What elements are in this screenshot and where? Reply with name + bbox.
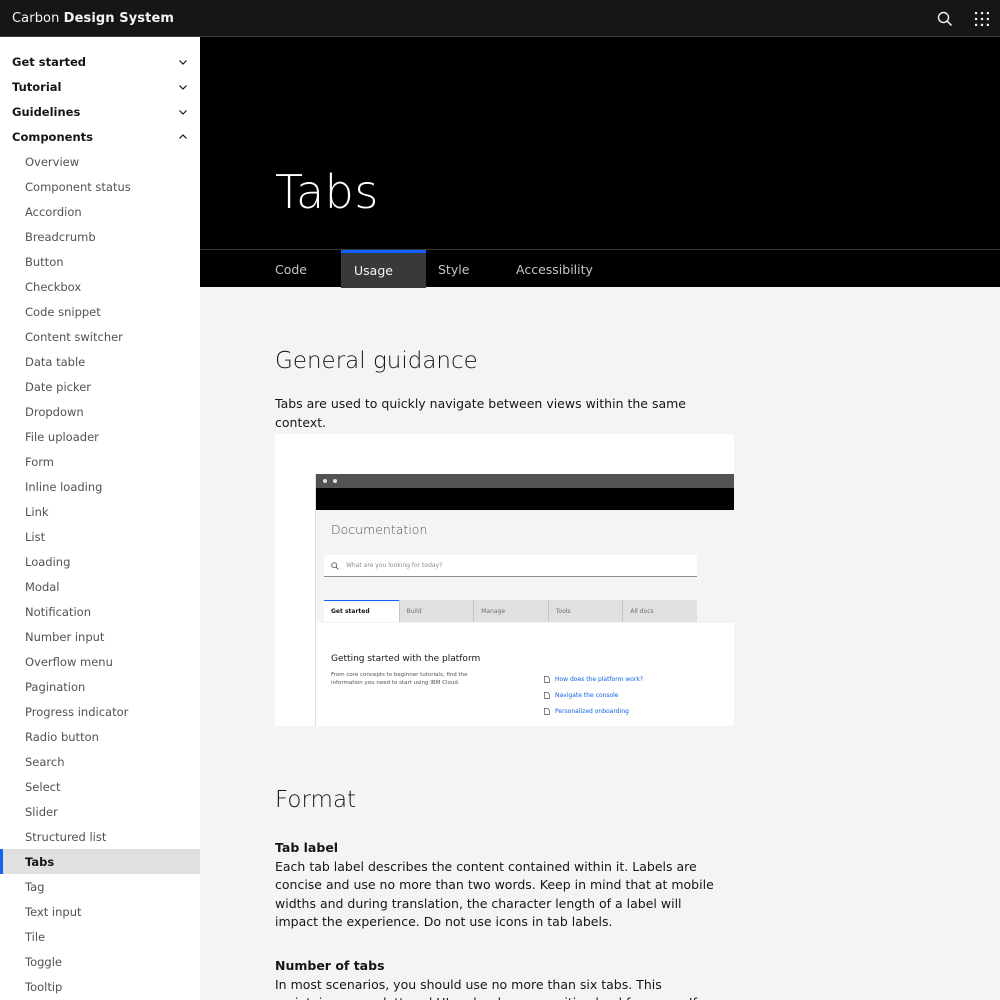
- brand-light: Carbon: [12, 10, 60, 26]
- sidebar-item-inline-loading[interactable]: Inline loading: [0, 474, 200, 499]
- sidebar-category-label: Components: [12, 129, 93, 144]
- sidebar-category-get-started[interactable]: Get started: [0, 49, 200, 74]
- document-icon: [544, 675, 550, 683]
- sidebar-item-search[interactable]: Search: [0, 749, 200, 774]
- sidebar-category-components[interactable]: Components: [0, 124, 200, 149]
- illustration-link: Navigate the console: [544, 687, 643, 703]
- window-titlebar: [316, 474, 734, 488]
- sidebar-category-label: Get started: [12, 54, 87, 69]
- sidebar-item-slider[interactable]: Slider: [0, 799, 200, 824]
- number-of-tabs-text: In most scenarios, you should use no mor…: [275, 976, 697, 1000]
- side-nav: Get started Tutorial Guidelines Components O…: [0, 37, 200, 1000]
- illustration-tabs: Get started Build Manage Tools All docs: [324, 600, 697, 622]
- top-header: Carbon Design System: [0, 0, 1000, 37]
- sidebar-item-component-status[interactable]: Component status: [0, 174, 200, 199]
- document-icon: [544, 707, 550, 715]
- brand-logo[interactable]: Carbon Design System: [12, 11, 174, 26]
- tabs-illustration: Documentation What are you looking for t…: [275, 434, 734, 726]
- illustration-window: Documentation What are you looking for t…: [315, 474, 734, 726]
- search-icon: [331, 561, 339, 570]
- sidebar-item-code-snippet[interactable]: Code snippet: [0, 299, 200, 324]
- brand-bold: Design System: [63, 10, 175, 26]
- illustration-search: What are you looking for today?: [324, 555, 697, 577]
- sidebar-category-label: Tutorial: [12, 79, 62, 94]
- header-actions: [926, 0, 1000, 36]
- sidebar-item-data-table[interactable]: Data table: [0, 349, 200, 374]
- page-hero: Tabs: [200, 37, 1000, 249]
- sidebar-item-tag[interactable]: Tag: [0, 874, 200, 899]
- tab-code[interactable]: Code: [275, 250, 307, 288]
- illustration-search-placeholder: What are you looking for today?: [346, 562, 443, 569]
- tab-label-section: Tab label Each tab label describes the c…: [275, 839, 725, 932]
- illustration-tab: Get started: [324, 600, 399, 622]
- sidebar-category-tutorial[interactable]: Tutorial: [0, 74, 200, 99]
- page-tabs: Code Usage Style Accessibility: [200, 249, 1000, 288]
- chevron-down-icon: [179, 84, 187, 90]
- sidebar-item-overflow-menu[interactable]: Overflow menu: [0, 649, 200, 674]
- illustration-link: Personalized onboarding: [544, 703, 643, 719]
- sidebar-item-form[interactable]: Form: [0, 449, 200, 474]
- chevron-down-icon: [179, 59, 187, 65]
- general-guidance-heading: General guidance: [275, 348, 478, 374]
- sidebar-item-link[interactable]: Link: [0, 499, 200, 524]
- sidebar-item-file-uploader[interactable]: File uploader: [0, 424, 200, 449]
- illustration-section-title: Getting started with the platform: [331, 654, 481, 664]
- sidebar-item-content-switcher[interactable]: Content switcher: [0, 324, 200, 349]
- sidebar-item-pagination[interactable]: Pagination: [0, 674, 200, 699]
- search-button[interactable]: [926, 0, 963, 37]
- tab-usage[interactable]: Usage: [341, 250, 426, 288]
- app-switcher-button[interactable]: [963, 0, 1000, 37]
- search-icon: [937, 11, 952, 26]
- illustration-link: How does the platform work?: [544, 671, 643, 687]
- app-switcher-icon: [974, 11, 989, 26]
- window-dot: [323, 479, 327, 483]
- sidebar-item-notification[interactable]: Notification: [0, 599, 200, 624]
- illustration-links: How does the platform work? Navigate the…: [544, 671, 643, 719]
- chevron-up-icon: [179, 133, 187, 139]
- sidebar-item-select[interactable]: Select: [0, 774, 200, 799]
- number-of-tabs-heading: Number of tabs: [275, 958, 385, 973]
- sidebar-item-accordion[interactable]: Accordion: [0, 199, 200, 224]
- tab-label-text: Each tab label describes the content con…: [275, 858, 714, 930]
- sidebar-item-list[interactable]: List: [0, 524, 200, 549]
- document-icon: [544, 691, 550, 699]
- sidebar-category-guidelines[interactable]: Guidelines: [0, 99, 200, 124]
- window-header: [316, 488, 734, 510]
- sidebar-item-button[interactable]: Button: [0, 249, 200, 274]
- number-of-tabs-section: Number of tabs In most scenarios, you sh…: [275, 957, 725, 1000]
- chevron-down-icon: [179, 109, 187, 115]
- tab-accessibility[interactable]: Accessibility: [516, 250, 593, 288]
- sidebar-item-loading[interactable]: Loading: [0, 549, 200, 574]
- sidebar-item-date-picker[interactable]: Date picker: [0, 374, 200, 399]
- sidebar-item-breadcrumb[interactable]: Breadcrumb: [0, 224, 200, 249]
- illustration-section-desc: From core concepts to beginner tutorials…: [331, 672, 468, 686]
- sidebar-item-progress-indicator[interactable]: Progress indicator: [0, 699, 200, 724]
- sidebar-item-tooltip[interactable]: Tooltip: [0, 974, 200, 999]
- general-guidance-text: Tabs are used to quickly navigate betwee…: [275, 396, 686, 430]
- sidebar-item-toggle[interactable]: Toggle: [0, 949, 200, 974]
- sidebar-category-label: Guidelines: [12, 104, 81, 119]
- sidebar-item-text-input[interactable]: Text input: [0, 899, 200, 924]
- sidebar-item-dropdown[interactable]: Dropdown: [0, 399, 200, 424]
- sidebar-item-overview[interactable]: Overview: [0, 149, 200, 174]
- tab-style[interactable]: Style: [438, 250, 469, 288]
- illustration-doc-title: Documentation: [331, 522, 428, 537]
- sidebar-item-checkbox[interactable]: Checkbox: [0, 274, 200, 299]
- sidebar-item-structured-list[interactable]: Structured list: [0, 824, 200, 849]
- illustration-tab: Tools: [547, 600, 623, 622]
- format-heading: Format: [275, 787, 357, 813]
- illustration-tab: All docs: [622, 600, 697, 622]
- illustration-tab: Manage: [473, 600, 548, 622]
- sidebar-item-tile[interactable]: Tile: [0, 924, 200, 949]
- sidebar-item-modal[interactable]: Modal: [0, 574, 200, 599]
- sidebar-item-radio-button[interactable]: Radio button: [0, 724, 200, 749]
- illustration-tab: Build: [398, 600, 474, 622]
- tab-label-heading: Tab label: [275, 840, 339, 855]
- sidebar-item-tabs[interactable]: Tabs: [0, 849, 200, 874]
- window-dot: [333, 479, 337, 483]
- page-title: Tabs: [275, 165, 379, 219]
- sidebar-item-number-input[interactable]: Number input: [0, 624, 200, 649]
